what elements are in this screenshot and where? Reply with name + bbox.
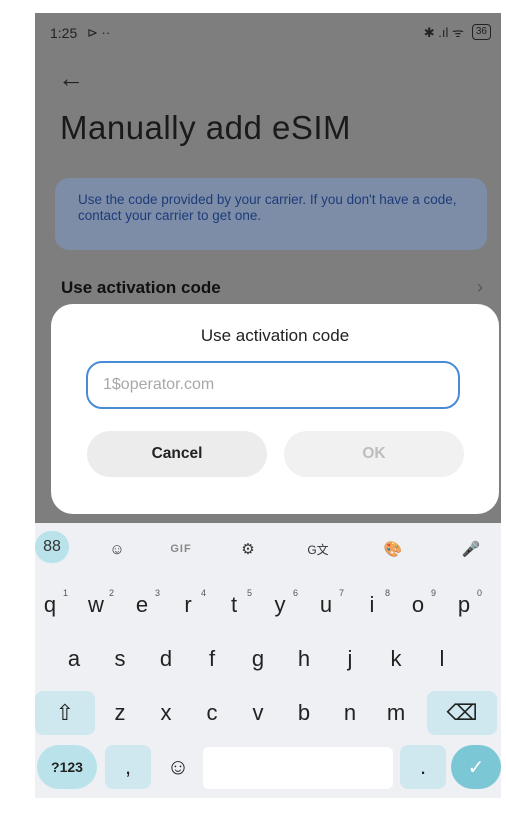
key-y[interactable]: y6 bbox=[257, 585, 303, 625]
backspace-key[interactable]: ⌫ bbox=[427, 691, 497, 735]
key-n[interactable]: n bbox=[327, 693, 373, 733]
key-x[interactable]: x bbox=[143, 693, 189, 733]
comma-key[interactable]: , bbox=[105, 745, 151, 789]
symbols-key[interactable]: ?123 bbox=[37, 745, 97, 789]
status-time: 1:25 bbox=[50, 25, 78, 41]
info-text: Use the code provided by your carrier. I… bbox=[78, 192, 457, 223]
period-key[interactable]: . bbox=[400, 745, 446, 789]
use-activation-code-item[interactable]: Use activation code bbox=[61, 278, 221, 298]
phone-screen: 1:25 ⊳ ·· ✱ .ıl ᯤ 36 ← Manually add eSIM… bbox=[35, 13, 501, 798]
sticker-icon[interactable]: ☺ bbox=[99, 531, 135, 567]
key-c[interactable]: c bbox=[189, 693, 235, 733]
key-g[interactable]: g bbox=[235, 639, 281, 679]
emoji-key-icon[interactable]: ☺ bbox=[155, 745, 201, 789]
key-r[interactable]: r4 bbox=[165, 585, 211, 625]
key-u[interactable]: u7 bbox=[303, 585, 349, 625]
key-z[interactable]: z bbox=[97, 693, 143, 733]
system-icons: ✱ .ıl ᯤ 36 bbox=[424, 23, 491, 41]
info-box: Use the code provided by your carrier. I… bbox=[55, 178, 487, 250]
gif-icon[interactable]: GIF bbox=[163, 531, 199, 567]
key-l[interactable]: l bbox=[419, 639, 465, 679]
key-t[interactable]: t5 bbox=[211, 585, 257, 625]
key-j[interactable]: j bbox=[327, 639, 373, 679]
settings-gear-icon[interactable]: ⚙ bbox=[230, 531, 266, 567]
key-m[interactable]: m bbox=[373, 693, 419, 733]
key-h[interactable]: h bbox=[281, 639, 327, 679]
shift-key[interactable]: ⇧ bbox=[35, 691, 95, 735]
key-k[interactable]: k bbox=[373, 639, 419, 679]
status-bar: 1:25 ⊳ ·· ✱ .ıl ᯤ 36 bbox=[35, 13, 501, 51]
key-w[interactable]: w2 bbox=[73, 585, 119, 625]
battery-icon: 36 bbox=[471, 24, 491, 40]
key-o[interactable]: o9 bbox=[395, 585, 441, 625]
space-bar[interactable] bbox=[203, 747, 393, 789]
cancel-button[interactable]: Cancel bbox=[87, 431, 267, 477]
page-title: Manually add eSIM bbox=[60, 109, 351, 146]
done-check-icon[interactable]: ✓ bbox=[451, 745, 501, 789]
key-a[interactable]: a bbox=[51, 639, 97, 679]
key-s[interactable]: s bbox=[97, 639, 143, 679]
key-b[interactable]: b bbox=[281, 693, 327, 733]
device-frame: 1:25 ⊳ ·· ✱ .ıl ᯤ 36 ← Manually add eSIM… bbox=[0, 0, 506, 815]
dialog-title: Use activation code bbox=[200, 326, 350, 345]
microphone-icon[interactable]: 🎤 bbox=[453, 531, 489, 567]
keyboard: 88 ☺ GIF ⚙ G文 🎨 🎤 q1 w2 e3 r4 t5 y6 u7 i… bbox=[35, 523, 501, 798]
chevron-right-icon: › bbox=[477, 277, 483, 297]
key-e[interactable]: e3 bbox=[119, 585, 165, 625]
key-i[interactable]: i8 bbox=[349, 585, 395, 625]
theme-palette-icon[interactable]: 🎨 bbox=[375, 531, 411, 567]
key-q[interactable]: q1 bbox=[35, 585, 73, 625]
key-d[interactable]: d bbox=[143, 639, 189, 679]
key-p[interactable]: p0 bbox=[441, 585, 487, 625]
key-v[interactable]: v bbox=[235, 693, 281, 733]
key-f[interactable]: f bbox=[189, 639, 235, 679]
keyboard-toolbar: 88 ☺ GIF ⚙ G文 🎨 🎤 bbox=[35, 531, 501, 567]
activation-code-dialog: Use activation code Cancel OK bbox=[51, 304, 499, 514]
apps-grid-icon[interactable]: 88 bbox=[35, 531, 69, 563]
signal-wifi-icons: ✱ .ıl ᯤ bbox=[423, 25, 464, 40]
translate-icon[interactable]: G文 bbox=[300, 531, 336, 567]
back-arrow-icon[interactable]: ← bbox=[58, 63, 88, 93]
ok-button[interactable]: OK bbox=[284, 431, 464, 477]
notification-icons: ⊳ ·· bbox=[87, 25, 111, 40]
activation-code-input[interactable] bbox=[86, 361, 460, 409]
